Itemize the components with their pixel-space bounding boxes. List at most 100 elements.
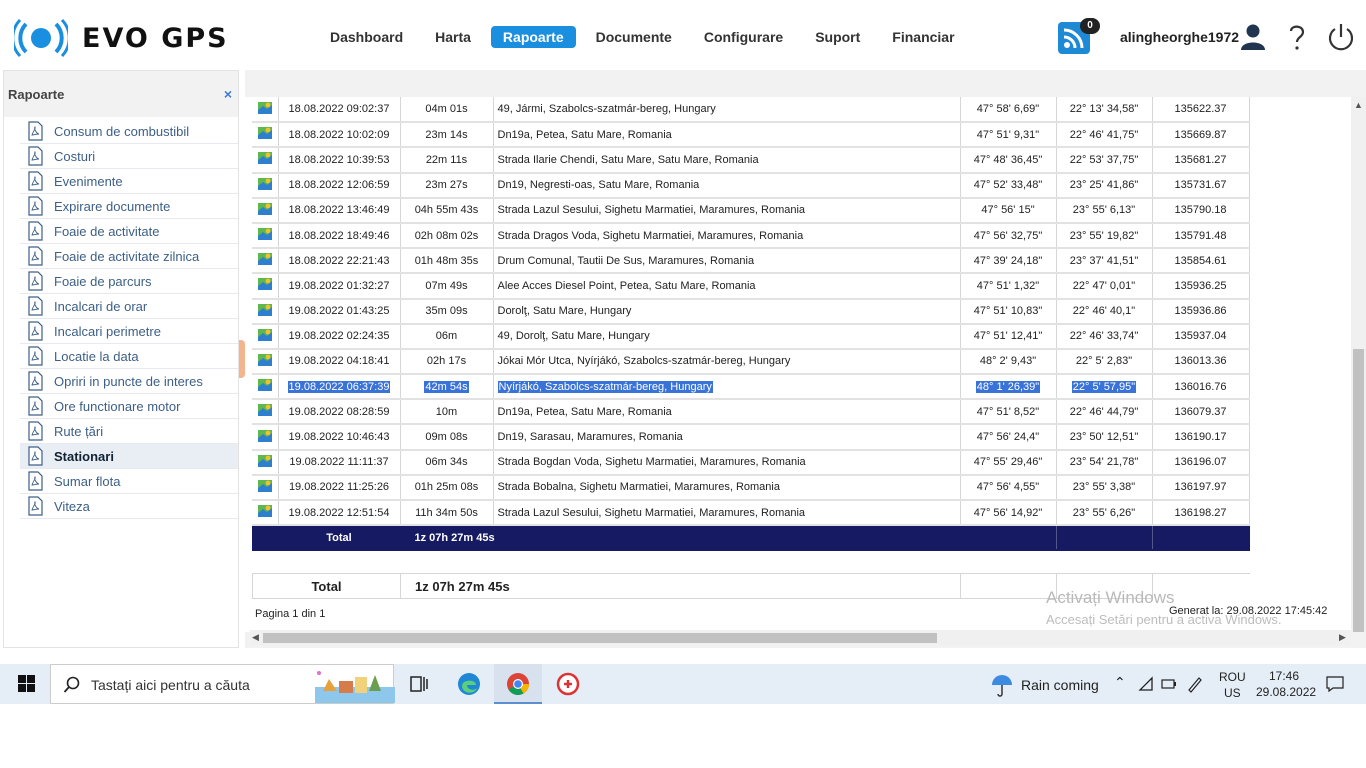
map-icon[interactable] <box>257 201 273 217</box>
map-link-cell[interactable] <box>252 97 279 124</box>
table-row[interactable]: 18.08.2022 10:02:09 23m 14s Dn19a, Petea, … <box>252 122 1250 149</box>
table-row[interactable]: 18.08.2022 13:46:49 04h 55m 43s Strada Laz… <box>252 197 1250 224</box>
pen-icon[interactable] <box>1186 675 1204 693</box>
map-icon[interactable] <box>257 226 273 242</box>
map-link-cell[interactable] <box>252 122 279 149</box>
table-row[interactable]: 18.08.2022 18:49:46 02h 08m 02s Strada Dra… <box>252 222 1250 250</box>
map-link-cell[interactable] <box>252 197 279 224</box>
power-icon[interactable] <box>1326 22 1356 52</box>
chevron-up-icon[interactable]: ⌃ <box>1114 674 1126 691</box>
map-icon[interactable] <box>257 503 273 519</box>
sidebar-item-report[interactable]: Expirare documente <box>20 194 238 219</box>
weather-text[interactable]: Rain coming <box>1021 677 1099 693</box>
scroll-right-arrow-icon[interactable]: ▶ <box>1339 632 1346 643</box>
table-row[interactable]: 19.08.2022 02:24:35 06m 49, Dorolţ, Satu M… <box>252 323 1250 350</box>
sidebar-item-report[interactable]: Consum de combustibil <box>20 119 238 144</box>
map-icon[interactable] <box>257 125 273 141</box>
nav-rapoarte[interactable]: Rapoarte <box>490 26 576 48</box>
sidebar-item-report[interactable]: Locatie la data <box>20 344 238 369</box>
windows-start-icon[interactable] <box>8 672 44 696</box>
map-link-cell[interactable] <box>252 147 279 174</box>
table-row[interactable]: 19.08.2022 06:37:39 42m 54s Nyírjákó, Szab… <box>252 374 1250 401</box>
sidebar-item-report[interactable]: Incalcari de orar <box>20 294 238 319</box>
close-sidebar-button[interactable]: × <box>224 86 232 102</box>
map-link-cell[interactable] <box>252 474 279 502</box>
nav-dashboard[interactable]: Dashboard <box>318 26 415 48</box>
map-link-cell[interactable] <box>252 500 279 527</box>
nav-suport[interactable]: Suport <box>803 26 872 48</box>
scroll-left-arrow-icon[interactable]: ◀ <box>252 632 259 643</box>
edge-browser-icon[interactable] <box>456 671 482 697</box>
table-row[interactable]: 18.08.2022 12:06:59 23m 27s Dn19, Negresti… <box>252 172 1250 199</box>
map-icon[interactable] <box>257 276 273 292</box>
table-row[interactable]: 18.08.2022 10:39:53 22m 11s Strada Ilarie … <box>252 147 1250 174</box>
map-link-cell[interactable] <box>252 248 279 275</box>
map-icon[interactable] <box>257 428 273 444</box>
horizontal-scrollbar[interactable]: ◀ ▶ <box>250 630 1351 645</box>
user-icon[interactable] <box>1238 22 1268 52</box>
sidebar-item-report[interactable]: Ore functionare motor <box>20 394 238 419</box>
sidebar-item-report[interactable]: Foaie de activitate zilnica <box>20 244 238 269</box>
umbrella-weather-icon[interactable] <box>990 673 1014 697</box>
username[interactable]: alingheorghe1972 <box>1120 29 1239 45</box>
table-row[interactable]: 18.08.2022 09:02:37 04m 01s 49, Jármi, Sza… <box>252 97 1250 124</box>
map-icon[interactable] <box>257 352 273 368</box>
vertical-scroll-thumb[interactable] <box>1353 349 1364 632</box>
table-row[interactable]: 19.08.2022 01:43:25 35m 09s Dorolţ, Satu M… <box>252 298 1250 325</box>
app-red-icon[interactable] <box>555 671 581 697</box>
sidebar-item-report[interactable]: Viteza <box>20 494 238 519</box>
map-icon[interactable] <box>257 478 273 494</box>
map-link-cell[interactable] <box>252 374 279 401</box>
table-row[interactable]: 19.08.2022 04:18:41 02h 17s Jókai Mór Utca… <box>252 348 1250 376</box>
vertical-scrollbar[interactable]: ▲ <box>1351 97 1366 632</box>
sidebar-item-report[interactable]: Foaie de parcurs <box>20 269 238 294</box>
sidebar-item-report[interactable]: Sumar flota <box>20 469 238 494</box>
map-link-cell[interactable] <box>252 424 279 451</box>
map-link-cell[interactable] <box>252 222 279 250</box>
notifications-icon[interactable] <box>1325 675 1345 693</box>
table-row[interactable]: 19.08.2022 08:28:59 10m Dn19a, Petea, Satu… <box>252 399 1250 426</box>
map-icon[interactable] <box>257 251 273 267</box>
taskbar-search-box[interactable]: Tastați aici pentru a căuta <box>50 664 395 704</box>
chrome-browser-icon[interactable] <box>505 671 531 697</box>
sidebar-item-report[interactable]: Evenimente <box>20 169 238 194</box>
map-icon[interactable] <box>257 302 273 318</box>
map-icon[interactable] <box>257 176 273 192</box>
map-icon[interactable] <box>257 453 273 469</box>
sidebar-item-report[interactable]: Rute țări <box>20 419 238 444</box>
sidebar-item-report[interactable]: Stationari <box>20 444 238 469</box>
map-icon[interactable] <box>257 100 273 116</box>
table-row[interactable]: 19.08.2022 10:46:43 09m 08s Dn19, Sarasau,… <box>252 424 1250 451</box>
sidebar-item-report[interactable]: Costuri <box>20 144 238 169</box>
taskbar-clock[interactable]: 17:46 29.08.2022 <box>1256 668 1316 700</box>
horizontal-scroll-thumb[interactable] <box>263 633 937 643</box>
map-icon[interactable] <box>257 150 273 166</box>
nav-financiar[interactable]: Financiar <box>880 26 966 48</box>
map-link-cell[interactable] <box>252 348 279 376</box>
network-icon[interactable] <box>1138 676 1154 692</box>
sidebar-item-report[interactable]: Opriri in puncte de interes <box>20 369 238 394</box>
map-link-cell[interactable] <box>252 449 279 476</box>
table-row[interactable]: 19.08.2022 12:51:54 11h 34m 50s Strada Laz… <box>252 500 1250 527</box>
nav-harta[interactable]: Harta <box>423 26 483 48</box>
language-indicator[interactable]: ROU US <box>1219 669 1246 701</box>
map-icon[interactable] <box>257 402 273 418</box>
map-link-cell[interactable] <box>252 323 279 350</box>
nav-documente[interactable]: Documente <box>584 26 684 48</box>
map-link-cell[interactable] <box>252 273 279 300</box>
map-link-cell[interactable] <box>252 172 279 199</box>
table-row[interactable]: 19.08.2022 11:11:37 06m 34s Strada Bogdan … <box>252 449 1250 476</box>
nav-configurare[interactable]: Configurare <box>692 26 795 48</box>
sidebar-item-report[interactable]: Incalcari perimetre <box>20 319 238 344</box>
table-row[interactable]: 18.08.2022 22:21:43 01h 48m 35s Drum Comun… <box>252 248 1250 275</box>
table-row[interactable]: 19.08.2022 11:25:26 01h 25m 08s Strada Bob… <box>252 474 1250 502</box>
map-icon[interactable] <box>257 377 273 393</box>
table-row[interactable]: 19.08.2022 01:32:27 07m 49s Alee Acces Die… <box>252 273 1250 300</box>
sidebar-item-report[interactable]: Foaie de activitate <box>20 219 238 244</box>
scroll-up-arrow-icon[interactable]: ▲ <box>1354 100 1363 110</box>
task-view-icon[interactable] <box>406 671 432 697</box>
map-icon[interactable] <box>257 327 273 343</box>
map-link-cell[interactable] <box>252 399 279 426</box>
help-icon[interactable] <box>1282 22 1312 52</box>
map-link-cell[interactable] <box>252 298 279 325</box>
